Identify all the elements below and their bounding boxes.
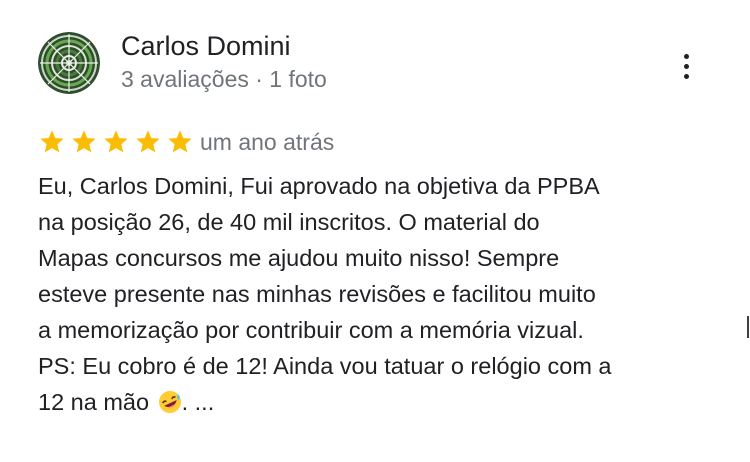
reviewer-name[interactable]: Carlos Domini [121,30,291,62]
scrollbar-marker[interactable] [747,316,749,338]
review-text: Eu, Carlos Domini, Fui aprovado na objet… [38,168,728,420]
avatar[interactable] [38,32,100,94]
more-vert-icon-dot [683,63,689,69]
review-line: esteve presente nas minhas revisões e fa… [38,281,596,307]
review-line: na posição 26, de 40 mil inscritos. O ma… [38,209,540,235]
review-line: Mapas concursos me ajudou muito nisso! S… [38,245,560,271]
review-line: 12 na mão [38,389,150,415]
star-icon [40,130,64,153]
rofl-face-emoji [158,388,182,424]
more-options-button[interactable] [672,50,700,82]
star-icon [72,130,96,153]
review-line: a memorização por contribuir com a memór… [38,317,584,343]
read-more-ellipsis[interactable]: . ... [182,389,215,415]
more-vert-icon [683,53,689,59]
star-icon [136,130,160,153]
review-date: um ano atrás [200,129,335,155]
star-rating [38,125,194,159]
review-last-line: 12 na mão . ... [38,384,728,420]
review-line: PS: Eu cobro é de 12! Ainda vou tatuar o… [38,353,612,379]
review-card: Carlos Domini 3 avaliações · 1 foto um a… [0,0,750,462]
star-icon [168,130,192,153]
review-line: Eu, Carlos Domini, Fui aprovado na objet… [38,173,600,199]
more-vert-icon-dot [683,73,689,79]
patterned-avatar-icon [38,32,100,94]
reviewer-meta[interactable]: 3 avaliações · 1 foto [121,64,327,94]
star-icon [104,130,128,153]
